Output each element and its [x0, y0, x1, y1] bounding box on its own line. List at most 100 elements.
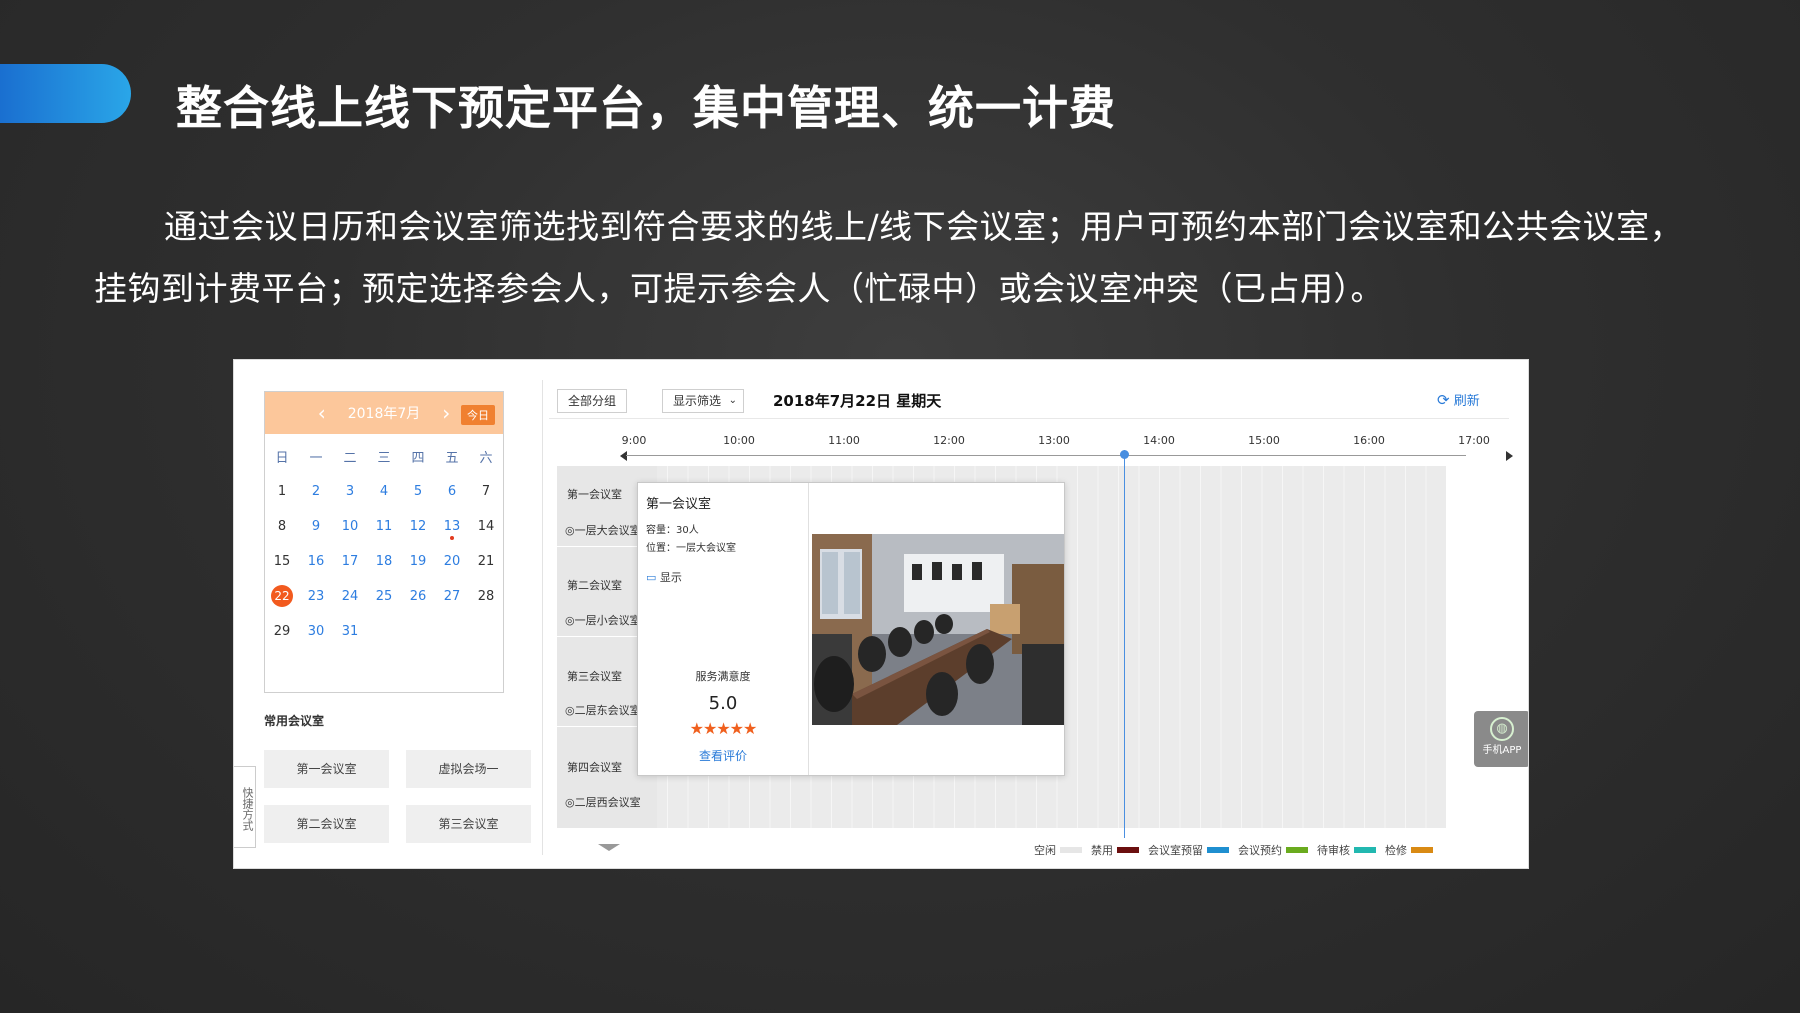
- legend-label: 会议室预留: [1148, 844, 1203, 857]
- calendar-day-number: 26: [409, 589, 427, 604]
- today-button[interactable]: 今日: [461, 405, 495, 425]
- calendar-day[interactable]: 12: [401, 509, 435, 544]
- calendar-day[interactable]: 11: [367, 509, 401, 544]
- calendar-day-number: 9: [311, 519, 321, 534]
- legend-label: 空闲: [1034, 844, 1056, 857]
- calendar-day[interactable]: 28: [469, 579, 503, 614]
- calendar-day[interactable]: 30: [299, 614, 333, 649]
- refresh-label: 刷新: [1453, 394, 1480, 409]
- calendar-week: 15 16 17 18 19 20 21: [265, 544, 503, 579]
- calendar-day-number: 18: [375, 554, 393, 569]
- calendar-day[interactable]: 29: [265, 614, 299, 649]
- scroll-left-icon[interactable]: [620, 451, 627, 461]
- calendar-day-number: 3: [345, 484, 355, 499]
- calendar-day[interactable]: 18: [367, 544, 401, 579]
- title-accent-bar: [0, 64, 131, 123]
- scroll-right-icon[interactable]: [1506, 451, 1513, 461]
- panel-divider: [542, 380, 543, 855]
- display-filter-label: 显示筛选: [673, 394, 722, 408]
- legend-swatch: [1411, 847, 1433, 853]
- legend-swatch: [1354, 847, 1376, 853]
- calendar-day[interactable]: 1: [265, 474, 299, 509]
- calendar-day-number: 5: [413, 484, 423, 499]
- favorite-room-button[interactable]: 第二会议室: [264, 805, 389, 843]
- room-name[interactable]: 第一会议室: [567, 486, 622, 502]
- toolbar-divider: [549, 418, 1509, 419]
- calendar-day[interactable]: 6: [435, 474, 469, 509]
- room-name[interactable]: 第三会议室: [567, 668, 622, 684]
- time-label: 13:00: [1038, 434, 1070, 447]
- view-reviews-link[interactable]: 查看评价: [638, 747, 808, 764]
- time-label: 11:00: [828, 434, 860, 447]
- calendar-day-number: 30: [307, 624, 325, 639]
- legend-label: 禁用: [1091, 844, 1113, 857]
- mobile-app-button[interactable]: ◍ 手机APP: [1474, 711, 1528, 767]
- calendar-day: [435, 614, 469, 649]
- calendar-day[interactable]: 23: [299, 579, 333, 614]
- room-name[interactable]: 第二会议室: [567, 577, 622, 593]
- calendar-day[interactable]: 21: [469, 544, 503, 579]
- meeting-room-photo-image: [812, 534, 1064, 725]
- popup-capacity: 容量：30人: [646, 525, 699, 536]
- expand-down-icon[interactable]: [598, 844, 620, 851]
- calendar-day[interactable]: 16: [299, 544, 333, 579]
- legend-item: 空闲: [1034, 842, 1082, 858]
- refresh-icon: ⟳: [1437, 391, 1450, 409]
- weekday-label: 六: [479, 451, 493, 466]
- calendar-day[interactable]: 7: [469, 474, 503, 509]
- calendar-day[interactable]: 25: [367, 579, 401, 614]
- calendar-day[interactable]: 17: [333, 544, 367, 579]
- calendar-day[interactable]: 20: [435, 544, 469, 579]
- prev-month-icon[interactable]: ‹: [318, 401, 326, 425]
- room-location: ◎一层小会议室: [565, 614, 641, 627]
- event-dot-icon: [450, 536, 454, 540]
- calendar-day-number: 11: [375, 519, 393, 534]
- rating-stars: ★★★★★: [689, 719, 758, 738]
- calendar-day[interactable]: 13: [435, 509, 469, 544]
- favorite-room-button[interactable]: 第三会议室: [406, 805, 531, 843]
- legend-item: 待审核: [1317, 842, 1376, 858]
- calendar-day-number: 31: [341, 624, 359, 639]
- calendar-day[interactable]: 27: [435, 579, 469, 614]
- calendar-day: [367, 614, 401, 649]
- calendar-day[interactable]: 14: [469, 509, 503, 544]
- display-filter-dropdown[interactable]: 显示筛选 ⌄: [662, 389, 745, 413]
- calendar-day: [401, 614, 435, 649]
- legend-swatch: [1117, 847, 1139, 853]
- calendar-day-number: 22: [271, 585, 293, 607]
- favorite-room-button[interactable]: 虚拟会场一: [406, 750, 531, 788]
- calendar-day-number: 8: [277, 519, 287, 534]
- calendar-day[interactable]: 3: [333, 474, 367, 509]
- room-detail-popup: 第一会议室 容量：30人 位置：一层大会议室 ▭ 显示 服务满意度 5.0 ★★…: [637, 482, 1065, 776]
- refresh-button[interactable]: ⟳ 刷新: [1437, 390, 1480, 409]
- calendar-day-number: 25: [375, 589, 393, 604]
- favorite-rooms-title: 常用会议室: [264, 714, 325, 728]
- room-name[interactable]: 第四会议室: [567, 759, 622, 775]
- calendar-day[interactable]: 15: [265, 544, 299, 579]
- calendar-day-number: 23: [307, 589, 325, 604]
- calendar-day[interactable]: 5: [401, 474, 435, 509]
- calendar-day[interactable]: 31: [333, 614, 367, 649]
- calendar-day[interactable]: 10: [333, 509, 367, 544]
- favorite-room-button[interactable]: 第一会议室: [264, 750, 389, 788]
- slide-description: 通过会议日历和会议室筛选找到符合要求的线上/线下会议室；用户可预约本部门会议室和…: [94, 207, 1684, 308]
- calendar-day[interactable]: 24: [333, 579, 367, 614]
- calendar-day[interactable]: 2: [299, 474, 333, 509]
- satisfaction-score: 5.0: [708, 693, 738, 714]
- shortcut-tab[interactable]: 快捷方式: [234, 766, 256, 848]
- legend-label: 待审核: [1317, 844, 1350, 857]
- calendar-day[interactable]: 19: [401, 544, 435, 579]
- calendar-day[interactable]: 22: [265, 579, 299, 614]
- calendar-week: 8 9 10 11 12 13 14: [265, 509, 503, 544]
- next-month-icon[interactable]: ›: [442, 401, 450, 425]
- meeting-room-photo: [812, 534, 1064, 725]
- slide-title: 整合线上线下预定平台，集中管理、统一计费: [176, 81, 1116, 135]
- all-groups-button[interactable]: 全部分组: [557, 389, 628, 413]
- calendar-day[interactable]: 9: [299, 509, 333, 544]
- calendar-day[interactable]: 8: [265, 509, 299, 544]
- popup-location: 位置：一层大会议室: [646, 543, 736, 554]
- time-label: 17:00: [1458, 434, 1490, 447]
- calendar-day[interactable]: 26: [401, 579, 435, 614]
- calendar-day[interactable]: 4: [367, 474, 401, 509]
- calendar-day-number: 10: [341, 519, 359, 534]
